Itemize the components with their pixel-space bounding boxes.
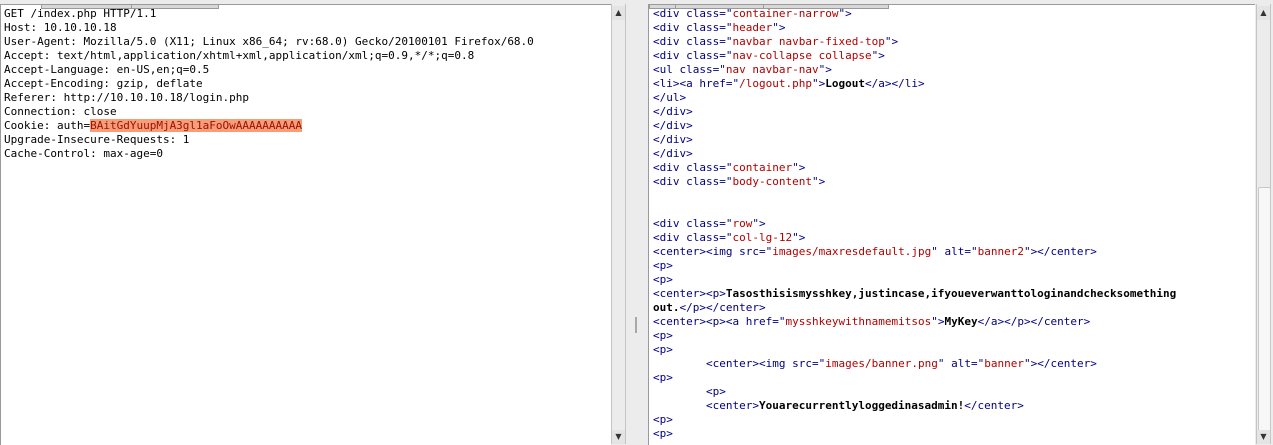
request-line: Upgrade-Insecure-Requests: 1	[4, 133, 190, 146]
request-line: Connection: close	[4, 105, 117, 118]
code-line: <div class="col-lg-12">	[653, 231, 806, 244]
logged-in-message: Youarecurrentlyloggedinasadmin!	[758, 399, 965, 412]
pane-splitter[interactable]	[626, 4, 646, 444]
cookie-selection[interactable]: BAitGdYuupMjA3gl1aFoOwAAAAAAAAAA	[90, 119, 303, 132]
code-line: <center><img src="images/maxresdefault.j…	[653, 245, 1097, 258]
code-line: <div class="container-narrow">	[653, 7, 852, 20]
code-line: <div class="row">	[653, 217, 766, 230]
code-line: <div class="body-content">	[653, 175, 826, 188]
request-line: GET /index.php HTTP/1.1	[4, 7, 157, 20]
response-scrollbar[interactable]: ▲ ▼	[1256, 4, 1271, 444]
code-line: </div>	[653, 105, 693, 118]
code-line: <center><img src="images/banner.png" alt…	[705, 357, 1097, 370]
code-line: <p>	[653, 343, 673, 356]
response-pane[interactable]: <div class="container-narrow"> <div clas…	[648, 4, 1255, 445]
code-line: <div class="navbar navbar-fixed-top">	[653, 35, 899, 48]
request-line: Referer: http://10.10.10.18/login.php	[4, 91, 250, 104]
code-line: <center>Youarecurrentlyloggedinasadmin!<…	[705, 399, 1024, 412]
code-line: <center><p>Tasosthisismysshkey,justincas…	[653, 287, 1177, 300]
response-text[interactable]: <div class="container-narrow"> <div clas…	[653, 7, 1176, 441]
code-line: <div class="header">	[653, 21, 786, 34]
splitter-grip-icon[interactable]	[635, 317, 637, 333]
code-line: <div class="container">	[653, 161, 806, 174]
logout-link: Logout	[825, 77, 865, 90]
code-line: <p>	[653, 371, 673, 384]
code-line: <p>	[653, 259, 673, 272]
request-line: User-Agent: Mozilla/5.0 (X11; Linux x86_…	[4, 35, 534, 48]
code-line: <p>	[653, 329, 673, 342]
request-pane[interactable]: GET /index.php HTTP/1.1 Host: 10.10.10.1…	[0, 4, 611, 445]
scroll-thumb[interactable]	[1258, 187, 1271, 439]
code-line: </div>	[653, 133, 693, 146]
code-line: <p>	[653, 427, 673, 440]
code-line: <p>	[705, 385, 726, 398]
scroll-up-icon[interactable]: ▲	[1257, 6, 1270, 20]
cookie-line: Cookie: auth=BAitGdYuupMjA3gl1aFoOwAAAAA…	[4, 119, 534, 133]
cookie-prefix: Cookie: auth=	[4, 119, 91, 132]
scroll-down-icon[interactable]: ▼	[1257, 430, 1270, 444]
code-line: <p>	[653, 413, 673, 426]
code-line: </div>	[653, 147, 693, 160]
code-line: <center><p><a href="mysshkeywithnamemits…	[653, 315, 1091, 328]
scroll-down-icon[interactable]: ▼	[612, 430, 625, 444]
request-text[interactable]: GET /index.php HTTP/1.1 Host: 10.10.10.1…	[4, 7, 534, 161]
scroll-up-icon[interactable]: ▲	[612, 6, 625, 20]
code-line: </div>	[653, 119, 693, 132]
code-line: <p>	[653, 273, 673, 286]
request-line: Host: 10.10.10.18	[4, 21, 117, 34]
code-line: <ul class="nav navbar-nav">	[653, 63, 832, 76]
ssh-key-message: Tasosthisismysshkey,justincase,ifyouever…	[725, 287, 1177, 300]
code-line: out.</p></center>	[653, 301, 766, 314]
request-line: Accept: text/html,application/xhtml+xml,…	[4, 49, 475, 62]
request-line: Cache-Control: max-age=0	[4, 147, 163, 160]
request-line: Accept-Encoding: gzip, deflate	[4, 77, 203, 90]
code-line: <li><a href="/logout.php">Logout</a></li…	[653, 77, 925, 90]
code-line: <div class="nav-collapse collapse">	[653, 49, 885, 62]
request-line: Accept-Language: en-US,en;q=0.5	[4, 63, 210, 76]
mykey-link: MyKey	[944, 315, 978, 328]
request-scrollbar[interactable]: ▲ ▼	[611, 4, 626, 444]
code-line: </ul>	[653, 91, 687, 104]
